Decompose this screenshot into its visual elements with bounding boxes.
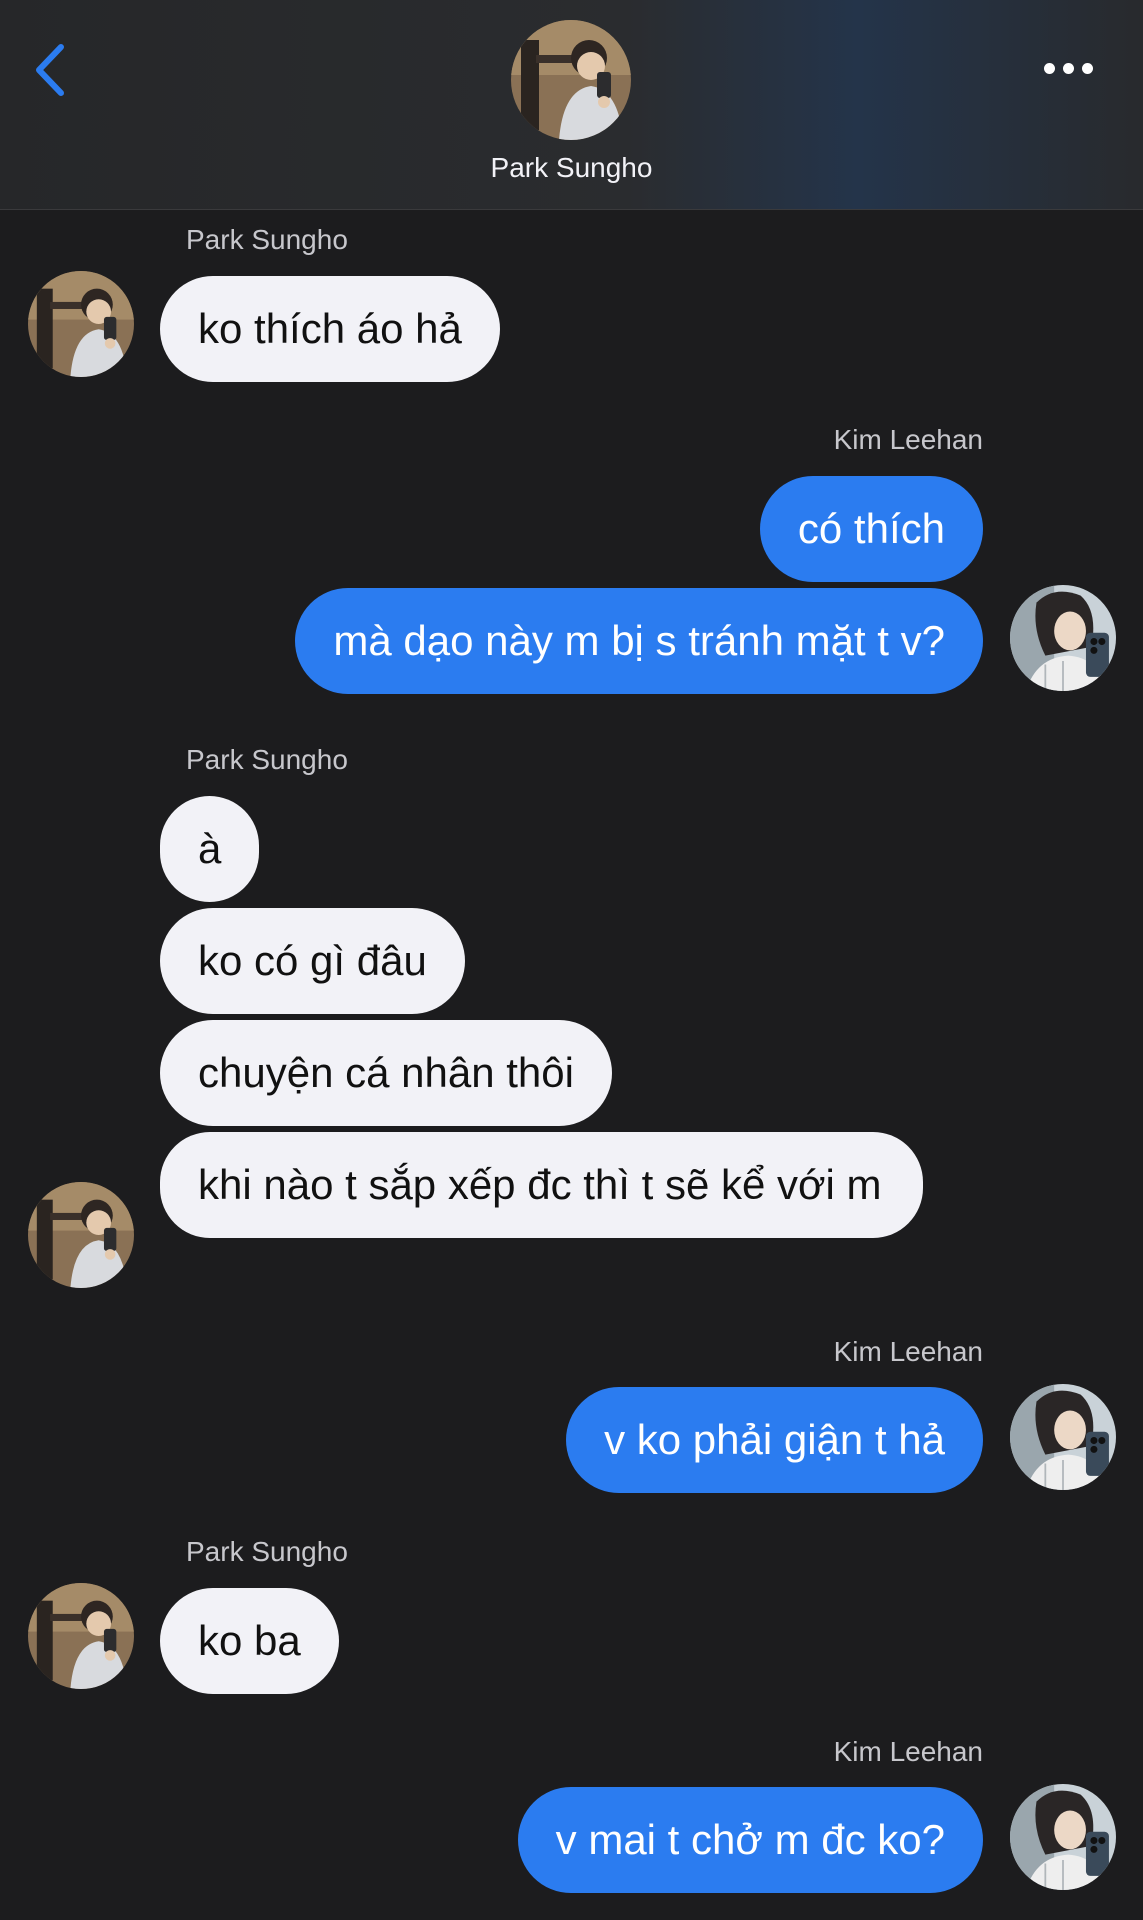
more-options-button[interactable] [1033,48,1103,88]
dot-icon [1043,62,1055,74]
incoming-message[interactable]: ko có gì đâu [160,908,465,1014]
incoming-message[interactable]: khi nào t sắp xếp đc thì t sẽ kể với m [160,1132,923,1238]
outgoing-message[interactable]: mà dạo này m bị s tránh mặt t v? [295,588,983,694]
contact-avatar[interactable] [28,1583,134,1689]
dot-icon [1062,62,1074,74]
sender-label: Park Sungho [186,224,348,255]
self-avatar[interactable] [1010,585,1116,691]
self-avatar[interactable] [1010,1384,1116,1490]
incoming-message[interactable]: chuyện cá nhân thôi [160,1020,612,1126]
outgoing-message[interactable]: v mai t chở m đc ko? [517,1787,983,1893]
dot-icon [1081,62,1093,74]
sender-label: Kim Leehan [833,424,983,455]
incoming-message[interactable]: ko ba [160,1588,339,1694]
incoming-message[interactable]: à [160,796,260,902]
contact-avatar[interactable] [28,271,134,377]
contact-avatar[interactable] [28,1182,134,1288]
self-avatar[interactable] [1010,1784,1116,1890]
outgoing-message[interactable]: có thích [759,476,983,582]
incoming-message[interactable]: ko thích áo hả [160,276,500,382]
sender-label: Kim Leehan [833,1736,983,1767]
chat-header: Park Sungho [0,0,1143,210]
contact-name[interactable]: Park Sungho [0,152,1143,184]
sender-label: Park Sungho [186,1536,348,1567]
sender-label: Kim Leehan [833,1336,983,1367]
outgoing-message[interactable]: v ko phải giận t hả [566,1387,983,1493]
chat-screen: Park Sungho Park Sungho ko thích áo hả K… [0,0,1143,1920]
contact-avatar[interactable] [511,20,631,140]
sender-label: Park Sungho [186,744,348,775]
back-button[interactable] [30,40,70,100]
chevron-left-icon [36,44,64,96]
